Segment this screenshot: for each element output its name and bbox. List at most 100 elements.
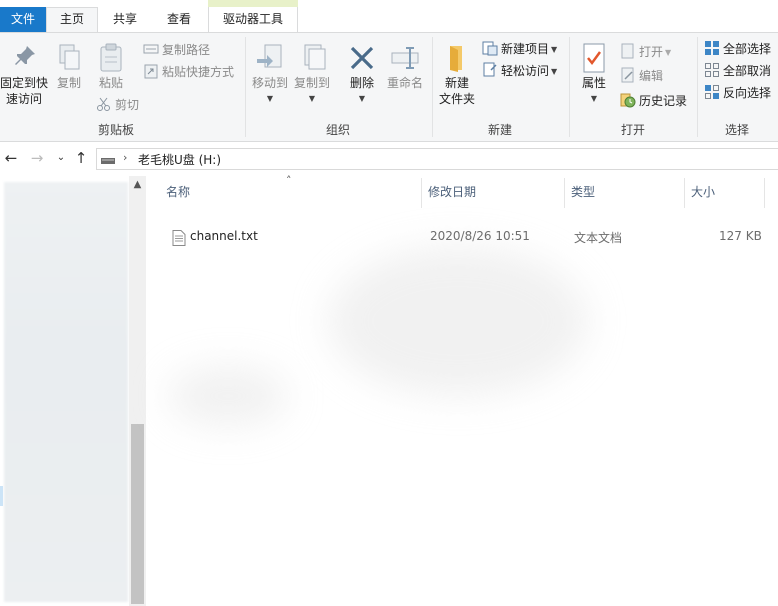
context-tab-highlight [208, 0, 298, 7]
select-all-icon [705, 41, 719, 55]
tab-home[interactable]: 主页 [46, 7, 98, 32]
group-divider [569, 37, 570, 137]
group-label-select: 选择 [724, 123, 749, 137]
clipboard-icon [100, 43, 122, 72]
tab-view[interactable]: 查看 [152, 8, 206, 32]
ribbon: 固定到快 速访问 复制 粘贴 复制路径 粘贴快捷方式 剪切 剪贴板 移动到 ▼ [0, 32, 778, 142]
copy-to-icon [304, 44, 326, 70]
scissors-icon [97, 97, 110, 111]
group-label-open: 打开 [620, 123, 645, 137]
chevron-down-icon: ▼ [266, 94, 274, 103]
column-header-type[interactable]: 类型 [571, 183, 595, 200]
invert-selection-icon [705, 85, 719, 99]
group-divider [697, 37, 698, 137]
history-label: 历史记录 [639, 94, 688, 108]
copy-path-label: 复制路径 [162, 43, 211, 57]
group-label-new: 新建 [487, 123, 512, 137]
file-row[interactable]: channel.txt 2020/8/26 10:51 文本文档 127 KB [162, 226, 772, 248]
copy-button[interactable]: 复制 [52, 43, 86, 91]
select-all-button[interactable]: 全部选择 [704, 39, 771, 59]
ribbon-tab-strip: 文件 主页 共享 查看 驱动器工具 [0, 0, 778, 32]
scrollbar-thumb[interactable] [131, 424, 144, 604]
group-label-clipboard: 剪贴板 [97, 123, 134, 137]
rename-button[interactable]: 重命名 [384, 43, 426, 91]
pin-quick-access-button[interactable]: 固定到快 速访问 [0, 43, 50, 107]
copy-to-label: 复制到 [293, 76, 330, 90]
history-button[interactable]: 历史记录 [620, 91, 687, 111]
chevron-down-icon: ▼ [665, 48, 672, 57]
easy-access-button[interactable]: 轻松访问 ▼ [482, 61, 557, 81]
invert-selection-button[interactable]: 反向选择 [704, 83, 771, 103]
navigation-selection-marker [0, 486, 3, 506]
history-clock-icon [620, 93, 636, 108]
column-divider[interactable] [421, 178, 422, 208]
edit-button[interactable]: 编辑 [620, 66, 663, 86]
column-divider[interactable] [564, 178, 565, 208]
edit-pencil-icon [621, 67, 634, 83]
paste-label: 粘贴 [98, 76, 123, 90]
open-button[interactable]: 打开 ▼ [620, 42, 671, 62]
breadcrumb-drive[interactable]: 老毛桃U盘 (H:) [138, 151, 221, 168]
copy-icon [59, 44, 80, 70]
paste-shortcut-label: 粘贴快捷方式 [162, 65, 235, 79]
move-to-label: 移动到 [251, 76, 288, 90]
column-divider[interactable] [684, 178, 685, 208]
column-header-size[interactable]: 大小 [691, 183, 715, 200]
edit-label: 编辑 [639, 69, 664, 83]
select-none-icon [705, 63, 719, 77]
group-divider [432, 37, 433, 137]
select-none-label: 全部取消 [723, 64, 772, 78]
chevron-down-icon: ▼ [551, 45, 558, 54]
new-item-icon [482, 41, 498, 56]
paste-shortcut-button[interactable]: 粘贴快捷方式 [143, 62, 234, 82]
recent-locations-chevron-icon[interactable]: ⌄ [52, 148, 70, 168]
open-icon [621, 43, 634, 59]
paste-button[interactable]: 粘贴 [92, 43, 130, 91]
chevron-down-icon: ▼ [590, 94, 598, 103]
tab-share[interactable]: 共享 [100, 8, 150, 32]
properties-check-icon [583, 43, 605, 73]
rename-label: 重命名 [386, 76, 423, 90]
navigation-tree-blurred [4, 182, 128, 602]
move-to-icon [257, 44, 282, 68]
usb-drive-icon [101, 158, 115, 164]
back-arrow-icon[interactable]: ← [2, 148, 20, 168]
move-to-button[interactable]: 移动到 ▼ [250, 43, 290, 107]
new-folder-label: 新建 文件夹 [438, 76, 475, 106]
select-none-button[interactable]: 全部取消 [704, 61, 771, 81]
breadcrumb-chevron-icon[interactable]: › [123, 151, 127, 164]
cut-label: 剪切 [115, 98, 140, 112]
column-divider[interactable] [764, 178, 765, 208]
delete-x-icon [350, 46, 374, 70]
scroll-up-arrow-icon[interactable]: ▲ [129, 178, 146, 192]
easy-access-label: 轻松访问 [501, 64, 550, 78]
text-file-icon [172, 230, 186, 246]
forward-arrow-icon[interactable]: → [28, 148, 46, 168]
file-name[interactable]: channel.txt [190, 229, 258, 243]
invert-selection-label: 反向选择 [723, 86, 772, 100]
up-arrow-icon[interactable]: ↑ [72, 148, 90, 168]
copy-path-button[interactable]: 复制路径 [143, 40, 210, 60]
column-header-name[interactable]: 名称 [166, 183, 190, 200]
open-label: 打开 [639, 45, 664, 59]
column-header-modified[interactable]: 修改日期 [428, 183, 476, 200]
copy-to-button[interactable]: 复制到 ▼ [292, 43, 332, 107]
tab-file[interactable]: 文件 [0, 7, 46, 32]
new-item-label: 新建项目 [501, 42, 550, 56]
copy-label: 复制 [56, 76, 81, 90]
file-modified: 2020/8/26 10:51 [430, 229, 530, 243]
delete-button[interactable]: 删除 ▼ [344, 43, 380, 107]
properties-button[interactable]: 属性 ▼ [574, 43, 614, 107]
navigation-scrollbar[interactable]: ▲ [129, 176, 146, 606]
tab-drive-tools[interactable]: 驱动器工具 [208, 7, 298, 32]
new-item-button[interactable]: 新建项目 ▼ [482, 39, 557, 59]
chevron-down-icon: ▼ [551, 67, 558, 76]
delete-label: 删除 [349, 76, 374, 90]
file-list-view: ˄ 名称 修改日期 类型 大小 channel.txt 2020/8/26 10… [148, 174, 778, 606]
cut-button[interactable]: 剪切 [96, 95, 139, 115]
group-divider [245, 37, 246, 137]
file-size: 127 KB [719, 229, 762, 243]
blurred-background [328, 246, 588, 396]
address-bar[interactable]: › 老毛桃U盘 (H:) [96, 148, 778, 170]
new-folder-button[interactable]: 新建 文件夹 [436, 43, 478, 107]
